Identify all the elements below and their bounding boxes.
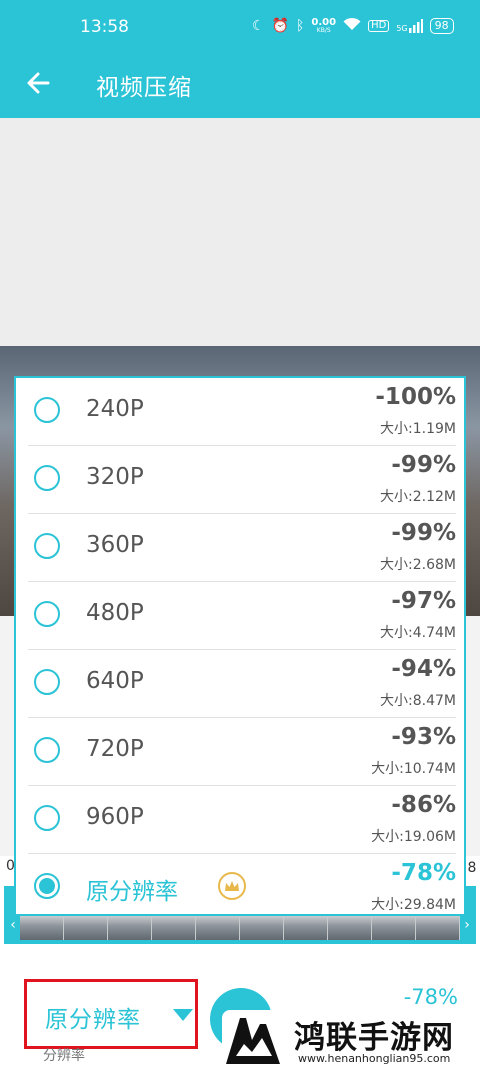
radio-button[interactable] bbox=[34, 669, 60, 695]
resolution-option-640p[interactable]: 640P -94% 大小:8.47M bbox=[28, 650, 456, 718]
status-bar: 13:58 ☾ ⏰ ᛒ 0.00 KB/S HD 5G 98 bbox=[0, 0, 480, 56]
resolution-caption: 分辨率 bbox=[43, 1048, 85, 1064]
battery-indicator: 98 bbox=[429, 17, 454, 34]
status-time: 13:58 bbox=[80, 17, 129, 37]
crown-icon bbox=[218, 872, 246, 900]
signal-label: 5G bbox=[396, 23, 408, 33]
resolution-option-360p[interactable]: 360P -99% 大小:2.68M bbox=[28, 514, 456, 582]
timeline-end-marker: 8 bbox=[467, 860, 477, 876]
bluetooth-icon: ᛒ bbox=[296, 17, 305, 34]
signal-icon: 5G bbox=[396, 18, 423, 33]
size-reduction-percent: -93% bbox=[391, 724, 456, 750]
back-button[interactable] bbox=[22, 66, 56, 100]
resolution-popup: 240P -100% 大小:1.19M 320P -99% 大小:2.12M 3… bbox=[14, 376, 466, 916]
file-size: 大小:8.47M bbox=[380, 693, 456, 709]
hd-icon: HD bbox=[368, 19, 390, 32]
page-title: 视频压缩 bbox=[96, 75, 192, 101]
file-size: 大小:2.68M bbox=[380, 557, 456, 573]
resolution-option-original[interactable]: 原分辨率 -78% 大小:29.84M bbox=[28, 854, 456, 922]
caret-down-icon bbox=[173, 1009, 193, 1021]
resolution-label: 360P bbox=[86, 532, 144, 558]
size-reduction-percent: -86% bbox=[391, 792, 456, 818]
watermark-logo-icon bbox=[222, 1010, 284, 1068]
net-speed-value: 0.00 bbox=[311, 16, 337, 28]
resolution-option-720p[interactable]: 720P -93% 大小:10.74M bbox=[28, 718, 456, 786]
video-preview-area bbox=[0, 118, 480, 346]
resolution-option-480p[interactable]: 480P -97% 大小:4.74M bbox=[28, 582, 456, 650]
resolution-option-960p[interactable]: 960P -86% 大小:19.06M bbox=[28, 786, 456, 854]
size-reduction-percent: -94% bbox=[391, 656, 456, 682]
radio-button[interactable] bbox=[34, 737, 60, 763]
net-speed: 0.00 KB/S bbox=[311, 16, 337, 34]
radio-button[interactable] bbox=[34, 397, 60, 423]
alarm-icon: ⏰ bbox=[271, 17, 289, 34]
radio-button[interactable] bbox=[34, 805, 60, 831]
watermark: 鸿联手游网 www.henanhonglian95.com bbox=[222, 1010, 474, 1070]
radio-button-checked[interactable] bbox=[34, 873, 60, 899]
radio-button[interactable] bbox=[34, 533, 60, 559]
bottom-size-reduction-percent: -78% bbox=[403, 985, 458, 1009]
size-reduction-percent: -99% bbox=[391, 520, 456, 546]
size-reduction-percent: -100% bbox=[375, 384, 456, 410]
moon-icon: ☾ bbox=[252, 17, 265, 34]
resolution-option-320p[interactable]: 320P -99% 大小:2.12M bbox=[28, 446, 456, 514]
resolution-label: 720P bbox=[86, 736, 144, 762]
radio-button[interactable] bbox=[34, 601, 60, 627]
arrow-left-icon bbox=[27, 72, 50, 94]
resolution-dropdown[interactable]: 原分辨率 bbox=[24, 979, 198, 1049]
size-reduction-percent: -97% bbox=[391, 588, 456, 614]
wifi-icon bbox=[343, 17, 361, 34]
app-bar: 视频压缩 bbox=[0, 56, 480, 118]
file-size: 大小:2.12M bbox=[380, 489, 456, 505]
net-speed-unit: KB/S bbox=[316, 26, 331, 34]
resolution-dropdown-value: 原分辨率 bbox=[45, 1007, 141, 1033]
size-reduction-percent: -99% bbox=[391, 452, 456, 478]
status-icons: ☾ ⏰ ᛒ 0.00 KB/S HD 5G 98 bbox=[252, 17, 454, 34]
resolution-label: 640P bbox=[86, 668, 144, 694]
file-size: 大小:1.19M bbox=[380, 421, 456, 437]
file-size: 大小:19.06M bbox=[371, 829, 456, 845]
file-size: 大小:4.74M bbox=[380, 625, 456, 641]
size-reduction-percent: -78% bbox=[391, 860, 456, 886]
resolution-label: 320P bbox=[86, 464, 144, 490]
watermark-title: 鸿联手游网 bbox=[294, 1020, 454, 1056]
radio-button[interactable] bbox=[34, 465, 60, 491]
file-size: 大小:10.74M bbox=[371, 761, 456, 777]
resolution-label: 480P bbox=[86, 600, 144, 626]
resolution-option-240p[interactable]: 240P -100% 大小:1.19M bbox=[28, 378, 456, 446]
resolution-label: 原分辨率 bbox=[86, 879, 178, 905]
watermark-url: www.henanhonglian95.com bbox=[298, 1052, 451, 1065]
file-size: 大小:29.84M bbox=[371, 897, 456, 913]
resolution-label: 240P bbox=[86, 396, 144, 422]
resolution-label: 960P bbox=[86, 804, 144, 830]
